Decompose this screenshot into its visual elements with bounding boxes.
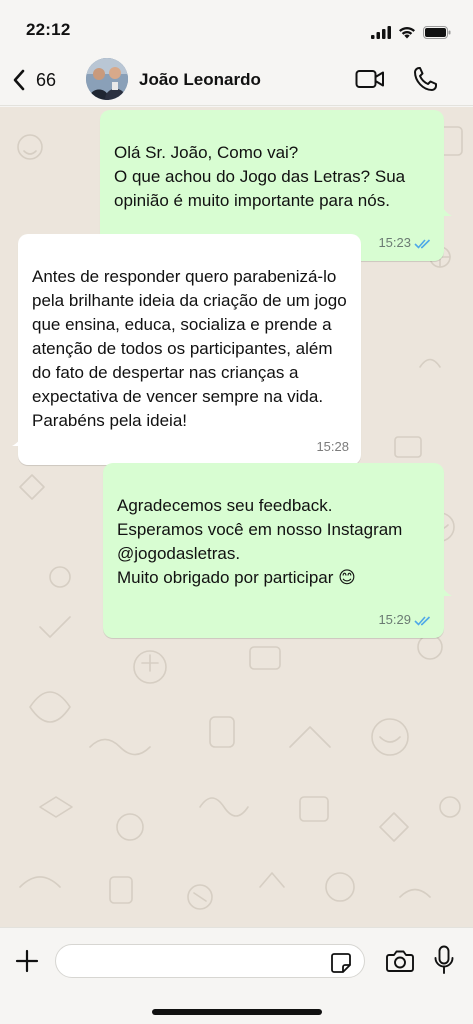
back-button[interactable]: 66 bbox=[12, 66, 56, 94]
plus-icon bbox=[15, 949, 39, 973]
video-call-button[interactable] bbox=[355, 68, 385, 95]
microphone-icon bbox=[434, 945, 454, 974]
contact-name[interactable]: João Leonardo bbox=[139, 70, 261, 90]
chat-area[interactable]: Olá Sr. João, Como vai? O que achou do J… bbox=[0, 107, 473, 927]
message-meta: 15:23 bbox=[378, 231, 432, 255]
message-time: 15:29 bbox=[378, 612, 411, 627]
chat-header: 66 João Leonardo bbox=[0, 56, 473, 106]
message-bubble-outgoing[interactable]: Agradecemos seu feedback. Esperamos você… bbox=[103, 463, 444, 638]
video-camera-icon bbox=[355, 70, 384, 88]
bubble-tail bbox=[440, 202, 452, 216]
attach-button[interactable] bbox=[14, 948, 40, 979]
unread-count: 66 bbox=[36, 69, 57, 90]
camera-button[interactable] bbox=[386, 949, 414, 978]
message-text: Antes de responder quero parabenizá-lo p… bbox=[32, 267, 347, 430]
message-time: 15:23 bbox=[378, 235, 411, 250]
status-time: 22:12 bbox=[26, 20, 71, 39]
message-bubble-incoming[interactable]: Antes de responder quero parabenizá-lo p… bbox=[18, 234, 361, 465]
message-input[interactable] bbox=[55, 944, 365, 978]
message-meta: 15:28 bbox=[316, 435, 349, 459]
message-time: 15:28 bbox=[316, 439, 349, 454]
message-meta: 15:29 bbox=[378, 608, 432, 632]
battery-icon bbox=[423, 26, 451, 39]
bubble-tail bbox=[440, 582, 452, 596]
home-indicator bbox=[152, 1009, 322, 1015]
wifi-icon bbox=[399, 27, 415, 39]
avatar[interactable] bbox=[86, 58, 128, 100]
message-text: Agradecemos seu feedback. Esperamos você… bbox=[117, 496, 403, 587]
read-ticks-icon bbox=[414, 615, 431, 626]
signal-icon bbox=[371, 26, 391, 39]
camera-icon bbox=[386, 950, 414, 972]
microphone-button[interactable] bbox=[433, 945, 455, 980]
avatar-photo bbox=[86, 58, 128, 100]
status-bar: 22:12 bbox=[0, 0, 473, 56]
bubble-tail bbox=[12, 432, 24, 446]
status-icons bbox=[371, 26, 451, 39]
voice-call-button[interactable] bbox=[413, 66, 437, 97]
input-bar bbox=[0, 927, 473, 1024]
back-chevron-icon bbox=[13, 69, 25, 91]
message-text: Olá Sr. João, Como vai? O que achou do J… bbox=[114, 143, 406, 210]
sticker-button[interactable] bbox=[330, 952, 352, 979]
phone-icon bbox=[414, 67, 437, 91]
sticker-icon bbox=[331, 953, 351, 973]
read-ticks-icon bbox=[414, 238, 431, 249]
